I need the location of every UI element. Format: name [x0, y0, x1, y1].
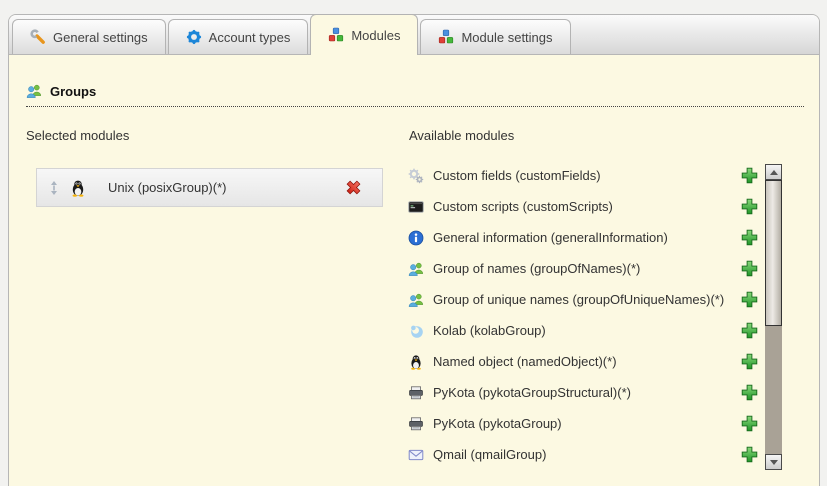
tab-general-settings[interactable]: General settings: [12, 19, 166, 54]
available-module-row: Group of names (groupOfNames)(*): [408, 253, 758, 284]
add-module-button[interactable]: [741, 446, 758, 463]
available-modules-list: Custom fields (customFields) Custom scri…: [408, 160, 758, 470]
section-title: Groups: [50, 84, 96, 99]
available-module-label: Kolab (kolabGroup): [433, 323, 732, 338]
triangle-up-icon: [770, 170, 778, 175]
add-module-button[interactable]: [741, 384, 758, 401]
tab-label: Account types: [209, 30, 291, 45]
plus-icon: [741, 353, 758, 370]
settings-panel: General settings Account types Modules M…: [8, 14, 820, 486]
remove-module-button[interactable]: [345, 179, 362, 196]
add-module-button[interactable]: [741, 198, 758, 215]
selected-module-row: Unix (posixGroup)(*): [36, 168, 383, 207]
tab-bar: General settings Account types Modules M…: [9, 15, 819, 55]
add-module-button[interactable]: [741, 167, 758, 184]
terminal-icon: [408, 199, 424, 215]
printer-icon: [408, 416, 424, 432]
plus-icon: [741, 229, 758, 246]
tab-account-types[interactable]: Account types: [168, 19, 309, 54]
available-module-row: Custom fields (customFields): [408, 160, 758, 191]
scrollbar[interactable]: [765, 164, 782, 470]
info-icon: [408, 230, 424, 246]
add-module-button[interactable]: [741, 291, 758, 308]
tux-icon: [69, 179, 87, 197]
wrench-icon: [30, 29, 46, 45]
tab-label: Modules: [351, 28, 400, 43]
available-module-label: Qmail (qmailGroup): [433, 447, 732, 462]
available-module-label: Custom scripts (customScripts): [433, 199, 732, 214]
available-module-row: PyKota (pykotaGroup): [408, 408, 758, 439]
envelope-icon: [408, 447, 424, 463]
available-module-label: Named object (namedObject)(*): [433, 354, 732, 369]
scroll-up-button[interactable]: [765, 164, 782, 180]
selected-modules-heading: Selected modules: [26, 128, 129, 143]
available-module-row: Named object (namedObject)(*): [408, 346, 758, 377]
selected-module-label: Unix (posixGroup)(*): [108, 180, 226, 195]
available-module-label: PyKota (pykotaGroup): [433, 416, 732, 431]
delete-x-icon: [345, 179, 362, 196]
available-modules-heading: Available modules: [409, 128, 514, 143]
available-module-row: Group of unique names (groupOfUniqueName…: [408, 284, 758, 315]
plus-icon: [741, 291, 758, 308]
printer-icon: [408, 385, 424, 401]
gear-icon: [186, 29, 202, 45]
available-module-row: PyKota (pykotaGroupStructural)(*): [408, 377, 758, 408]
available-module-row: Qmail (qmailGroup): [408, 439, 758, 470]
available-module-label: Group of names (groupOfNames)(*): [433, 261, 732, 276]
gears-icon: [408, 168, 424, 184]
plus-icon: [741, 167, 758, 184]
plus-icon: [741, 415, 758, 432]
tab-label: Module settings: [461, 30, 552, 45]
plus-icon: [741, 446, 758, 463]
tab-module-settings[interactable]: Module settings: [420, 19, 570, 54]
available-module-label: PyKota (pykotaGroupStructural)(*): [433, 385, 732, 400]
modules-icon: [328, 27, 344, 43]
tux-icon: [408, 354, 424, 370]
tab-label: General settings: [53, 30, 148, 45]
plus-icon: [741, 260, 758, 277]
tab-modules[interactable]: Modules: [310, 14, 418, 55]
modules-icon: [438, 29, 454, 45]
available-module-label: Group of unique names (groupOfUniqueName…: [433, 292, 732, 307]
groups-icon: [26, 83, 42, 99]
add-module-button[interactable]: [741, 353, 758, 370]
available-module-row: Custom scripts (customScripts): [408, 191, 758, 222]
section-header-groups: Groups: [26, 83, 804, 107]
kolab-icon: [408, 323, 424, 339]
add-module-button[interactable]: [741, 229, 758, 246]
available-module-row: General information (generalInformation): [408, 222, 758, 253]
group-icon: [408, 292, 424, 308]
available-module-row: Kolab (kolabGroup): [408, 315, 758, 346]
scroll-down-button[interactable]: [765, 454, 782, 470]
add-module-button[interactable]: [741, 260, 758, 277]
add-module-button[interactable]: [741, 415, 758, 432]
available-module-label: General information (generalInformation): [433, 230, 732, 245]
drag-handle-icon[interactable]: [50, 181, 58, 195]
plus-icon: [741, 384, 758, 401]
scrollbar-thumb[interactable]: [765, 180, 782, 326]
triangle-down-icon: [770, 460, 778, 465]
group-icon: [408, 261, 424, 277]
plus-icon: [741, 198, 758, 215]
plus-icon: [741, 322, 758, 339]
add-module-button[interactable]: [741, 322, 758, 339]
available-module-label: Custom fields (customFields): [433, 168, 732, 183]
